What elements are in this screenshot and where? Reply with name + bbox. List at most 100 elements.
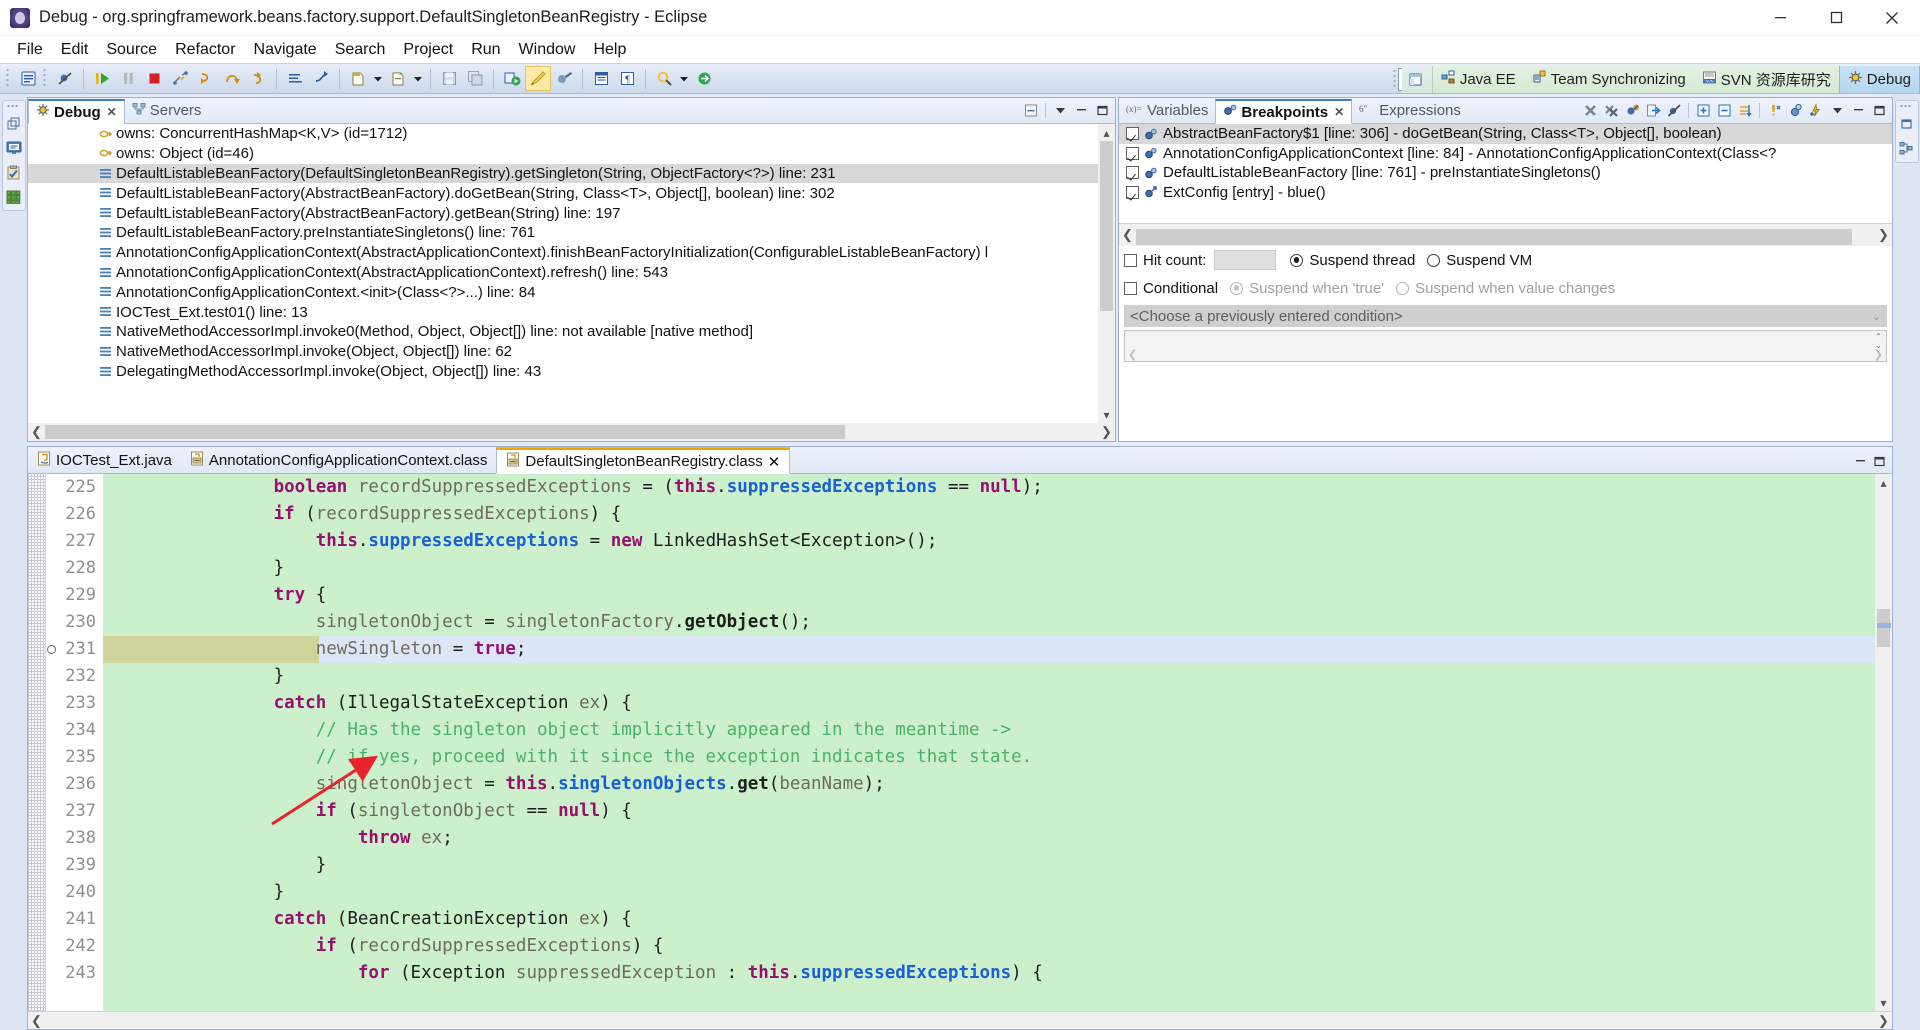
minimize-icon[interactable] [1752,0,1808,36]
breakpoint-row[interactable]: DefaultListableBeanFactory [line: 761] -… [1119,163,1892,183]
tab-variables[interactable]: (x)= Variables [1119,98,1215,123]
code-editor[interactable]: 225 226 227 228 229 230 231 232 233 234 235 236 237 2… [28,474,1892,1011]
stack-frame-row[interactable]: IOCTest_Ext.test01() line: 13 [28,302,1098,322]
new-wizard-icon[interactable] [15,66,41,91]
rail-grip[interactable] [6,104,21,109]
close-icon[interactable]: ✕ [107,105,117,119]
maximize-icon[interactable] [1869,101,1889,121]
hit-count-input[interactable] [1214,250,1277,270]
maximize-icon[interactable] [1873,455,1886,473]
code-line[interactable]: for (Exception suppressedException : thi… [103,960,1892,987]
use-step-filters-icon[interactable] [308,66,334,91]
scroll-left-icon[interactable]: ❮ [28,423,45,441]
menu-refactor[interactable]: Refactor [166,39,244,61]
scroll-left-icon[interactable]: ❮ [1128,348,1137,361]
restore-icon[interactable] [5,115,23,133]
menu-edit[interactable]: Edit [52,39,98,61]
menu-window[interactable]: Window [510,39,585,61]
maximize-icon[interactable] [1808,0,1864,36]
suspend-when-true-radio[interactable] [1230,281,1244,295]
view-menu-icon[interactable] [1827,101,1847,121]
paragraph-marks-icon[interactable]: ¶ [614,66,640,91]
run-to-line-icon[interactable] [282,66,308,91]
remove-all-breakpoints-icon[interactable] [1601,101,1621,121]
perspective-debug[interactable]: Debug [1838,66,1920,93]
disconnect-icon[interactable] [167,66,193,91]
debug-launch-icon[interactable] [499,66,525,91]
code-line[interactable]: } [103,879,1892,906]
suspend-icon[interactable] [115,66,141,91]
breakpoint-row[interactable]: AbstractBeanFactory$1 [line: 306] - doGe… [1119,124,1892,144]
code-line[interactable]: this.suppressedExceptions = new LinkedHa… [103,528,1892,555]
condition-editor[interactable]: ⌃ ⌄ ❮ ❯ [1124,330,1887,362]
add-watchpoint-icon[interactable] [1806,101,1826,121]
search-dropdown-icon[interactable] [677,66,691,91]
suspend-vm-radio[interactable] [1427,253,1441,267]
hscroll-track[interactable] [45,1012,1875,1030]
perspective-svn[interactable]: SVN SVN 资源库研究 [1694,66,1839,93]
step-into-icon[interactable] [193,66,219,91]
open-perspective-icon[interactable] [1401,66,1432,93]
stack-frame-row[interactable]: owns: Object (id=46) [28,144,1098,164]
vscroll-thumb[interactable] [1100,141,1113,311]
minimize-icon[interactable] [1854,455,1867,473]
run-launch-icon[interactable] [525,66,551,91]
code-line[interactable]: catch (BeanCreationException ex) { [103,906,1892,933]
code-line[interactable]: // Has the singleton object implicitly a… [103,717,1892,744]
console-view-icon[interactable] [5,139,23,157]
new-java-class-dropdown-icon[interactable] [371,66,385,91]
menu-file[interactable]: File [8,39,52,61]
outline-view-icon[interactable] [1898,139,1916,157]
save-icon[interactable] [436,66,462,91]
scroll-down-icon[interactable]: ▾ [1875,994,1892,1011]
restore-icon[interactable] [1898,115,1916,133]
new-java-class-icon[interactable] [345,66,371,91]
code-line[interactable]: if (recordSuppressedExceptions) { [103,501,1892,528]
code-line[interactable]: if (recordSuppressedExceptions) { [103,933,1892,960]
vscroll-track[interactable] [1875,491,1892,994]
menu-project[interactable]: Project [394,39,462,61]
breakpoint-enabled-checkbox[interactable] [1126,185,1139,199]
code-line-current[interactable]: newSingleton = true; [103,636,1892,663]
suspend-when-value-changes-radio[interactable] [1396,281,1410,295]
close-icon[interactable]: ✕ [768,453,781,471]
minimize-icon[interactable] [1071,101,1091,121]
stack-frame-row[interactable]: DefaultListableBeanFactory.preInstantiat… [28,223,1098,243]
editor-tab-defaultsingletonbeanregistry-class[interactable]: DefaultSingletonBeanRegistry.class ✕ [496,448,791,474]
code-line[interactable]: // if yes, proceed with it since the exc… [103,744,1892,771]
debug-view-hscrollbar[interactable]: ❮ ❯ [28,423,1115,441]
code-line[interactable]: } [103,663,1892,690]
remove-breakpoint-icon[interactable] [1580,101,1600,121]
code-line[interactable]: } [103,852,1892,879]
resume-icon[interactable] [89,66,115,91]
debug-view-vscrollbar[interactable]: ▴ ▾ [1098,124,1115,423]
stack-frame-row[interactable]: NativeMethodAccessorImpl.invoke(Object, … [28,342,1098,362]
tab-servers[interactable]: Servers [125,98,209,123]
skip-all-breakpoints-icon[interactable] [1664,101,1684,121]
tab-breakpoints[interactable]: Breakpoints ✕ [1215,99,1353,124]
scroll-left-icon[interactable]: ❮ [1119,226,1136,244]
perspective-java-ee[interactable]: Java EE [1433,66,1524,93]
scroll-right-icon[interactable]: ❯ [1875,226,1892,244]
scroll-down-icon[interactable]: ▾ [1098,406,1115,423]
close-icon[interactable]: ✕ [1334,105,1344,119]
breakpoint-row[interactable]: AnnotationConfigApplicationContext [line… [1119,144,1892,164]
code-line[interactable]: catch (IllegalStateException ex) { [103,690,1892,717]
close-icon[interactable] [1864,0,1920,36]
scroll-right-icon[interactable]: ❯ [1098,423,1115,441]
tab-debug[interactable]: Debug ✕ [28,99,125,124]
new-java-package-dropdown-icon[interactable] [411,66,425,91]
hscroll-thumb[interactable] [1136,229,1852,245]
code-line[interactable]: } [103,555,1892,582]
next-annotation-icon[interactable] [691,66,717,91]
code-line[interactable]: singletonObject = singletonFactory.getOb… [103,609,1892,636]
toolbar-grip-2[interactable] [43,68,50,89]
expand-all-icon[interactable] [1693,101,1713,121]
outline-view-icon[interactable] [5,187,23,205]
toggle-breakpoint-icon[interactable] [52,66,78,91]
stack-frame-row[interactable]: DefaultListableBeanFactory(AbstractBeanF… [28,183,1098,203]
open-type-icon[interactable] [588,66,614,91]
step-over-icon[interactable] [219,66,245,91]
scroll-right-icon[interactable]: ❯ [1874,348,1883,361]
menu-search[interactable]: Search [326,39,395,61]
